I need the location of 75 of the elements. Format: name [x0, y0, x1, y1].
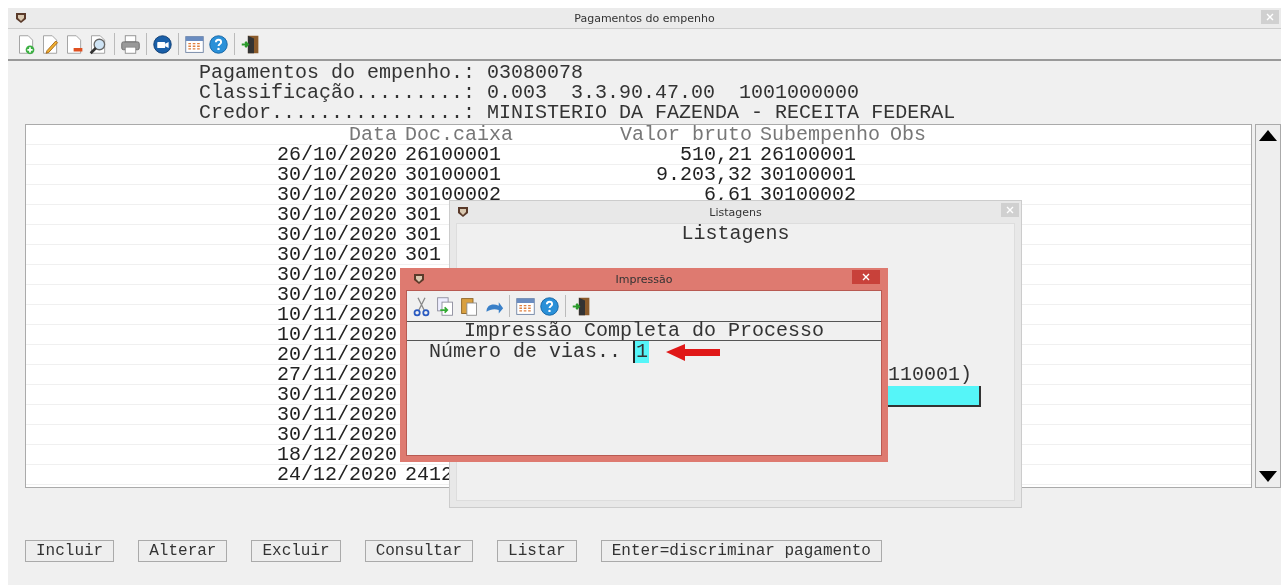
column-header: Subempenho	[759, 125, 882, 145]
paste-clipboard-icon[interactable]	[459, 295, 480, 317]
table-cell-text: 24/12/2020	[275, 465, 398, 485]
dialog-title: Listagens	[709, 205, 762, 219]
column-header: Obs	[889, 125, 927, 145]
dialog-text: 110001)	[888, 365, 972, 385]
dialog-title: Impressão	[615, 272, 673, 286]
column-header: Doc.caixa	[404, 125, 515, 145]
help-icon[interactable]	[539, 295, 560, 317]
action-button[interactable]: Excluir	[251, 540, 341, 562]
column-header: Valor bruto	[618, 125, 753, 145]
table-cell-text: 30100001	[404, 165, 502, 185]
table-cell-text: 30/10/2020	[275, 165, 398, 185]
table-cell-text: 30/11/2020	[275, 385, 398, 405]
table-cell-text: 26/10/2020	[275, 145, 398, 165]
input-field[interactable]	[888, 386, 981, 407]
app-icon	[457, 206, 469, 218]
table-cell-text: 301	[404, 205, 442, 225]
table-cell-text: 30/10/2020	[275, 225, 398, 245]
dialog-heading: Listagens	[680, 224, 791, 244]
field-label: Classificação.........:	[199, 81, 476, 104]
table-cell-text: 30/11/2020	[275, 405, 398, 425]
table-cell-text: 26100001	[759, 145, 856, 165]
help-icon[interactable]	[208, 33, 229, 55]
table-cell-text: 10/11/2020	[275, 325, 398, 345]
field-value: 03080078	[487, 61, 584, 84]
table-cell-text: 30/11/2020	[275, 425, 398, 445]
exit-door-icon[interactable]	[571, 295, 592, 317]
camera-icon[interactable]	[152, 33, 173, 55]
app-icon	[413, 273, 425, 285]
action-button[interactable]: Consultar	[364, 540, 474, 562]
field-label: Pagamentos do empenho.:	[199, 61, 476, 84]
table-cell-text: 30100001	[759, 165, 857, 185]
table-cell-text: 30100002	[759, 185, 857, 205]
field-value: MINISTERIO DA FAZENDA - RECEITA FEDERAL	[487, 101, 956, 124]
scissors-icon[interactable]	[411, 295, 432, 317]
scrollbar[interactable]	[1255, 124, 1281, 488]
arrow-icon	[665, 343, 722, 361]
table-cell-text: 301	[404, 225, 442, 245]
calendar-icon[interactable]	[515, 295, 536, 317]
table-cell-text: 30/10/2020	[275, 265, 398, 285]
copies-input-field[interactable]: 1	[633, 341, 650, 363]
table-cell-text: 30/10/2020	[275, 185, 398, 205]
minus-document-icon[interactable]	[64, 33, 85, 55]
table-cell-text: 30100002	[404, 185, 502, 205]
column-header: Data	[349, 125, 398, 145]
table-cell-text: 30/10/2020	[275, 245, 398, 265]
printer-icon[interactable]	[120, 33, 141, 55]
table-cell-text: 9.203,32	[655, 165, 753, 185]
table-cell-text: 6,61	[704, 185, 753, 205]
table-cell-text: 30/10/2020	[275, 205, 398, 225]
app-icon	[15, 12, 27, 24]
copy-document-icon[interactable]	[435, 295, 456, 317]
table-cell-text: 26100001	[404, 145, 502, 165]
field-label: Credor................:	[199, 101, 476, 124]
action-button[interactable]: Incluir	[25, 540, 115, 562]
action-button[interactable]: Enter=discriminar pagamento	[600, 540, 882, 562]
field-label: Número de vias..	[429, 341, 622, 363]
table-cell-text: 18/12/2020	[275, 445, 398, 465]
action-button[interactable]: Listar	[497, 540, 577, 562]
table-cell-text: 20/11/2020	[275, 345, 398, 365]
table-cell-text: 30/10/2020	[275, 285, 398, 305]
table-cell-text: 510,21	[679, 145, 753, 165]
close-icon[interactable]	[852, 270, 880, 284]
exit-door-icon[interactable]	[240, 33, 261, 55]
field-value: 0.003 3.3.90.47.00 1001000000	[487, 81, 860, 104]
dialog-heading: Impressão Completa do Processo	[407, 322, 881, 341]
new-document-icon[interactable]	[16, 33, 37, 55]
window-title: Pagamentos do empenho	[574, 11, 715, 25]
table-cell-text: 27/11/2020	[275, 365, 398, 385]
table-cell-text: 301	[404, 245, 442, 265]
action-button[interactable]: Alterar	[138, 540, 228, 562]
table-cell-text: 10/11/2020	[275, 305, 398, 325]
calendar-icon[interactable]	[184, 33, 205, 55]
pencil-document-icon[interactable]	[40, 33, 61, 55]
